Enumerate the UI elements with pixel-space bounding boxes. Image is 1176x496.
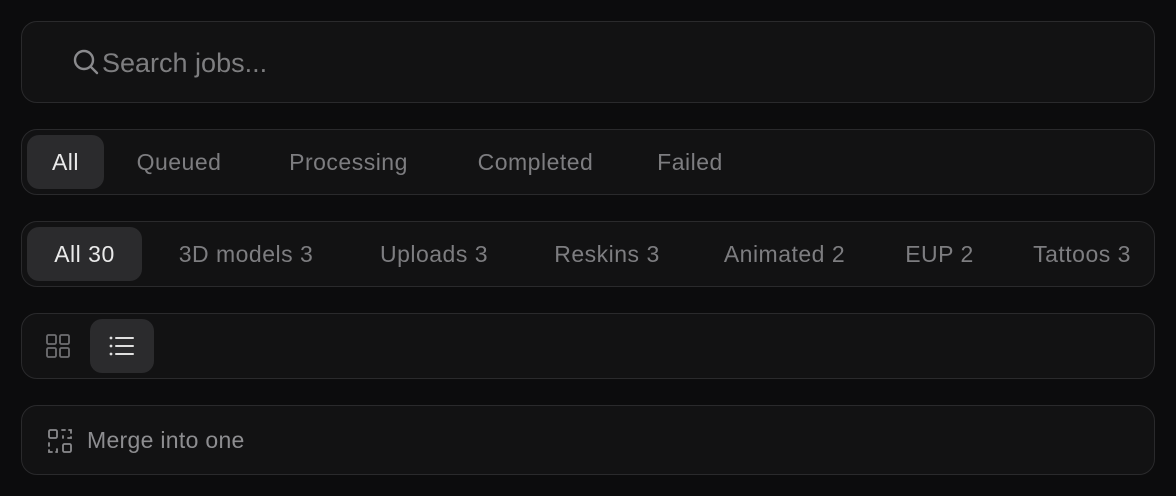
tab-processing[interactable]: Processing xyxy=(266,135,431,189)
tab-animated[interactable]: Animated 2 xyxy=(702,227,867,281)
status-filter-tabs: All Queued Processing Completed Failed xyxy=(21,129,1155,195)
type-filter-tabs: All 30 3D models 3 Uploads 3 Reskins 3 A… xyxy=(21,221,1155,287)
tab-reskins[interactable]: Reskins 3 xyxy=(532,227,682,281)
tab-failed[interactable]: Failed xyxy=(640,135,740,189)
search-bar[interactable] xyxy=(21,21,1155,103)
grid-icon xyxy=(46,334,70,358)
merge-label: Merge into one xyxy=(87,427,245,453)
list-icon xyxy=(109,336,134,356)
tab-uploads[interactable]: Uploads 3 xyxy=(359,227,509,281)
tab-queued[interactable]: Queued xyxy=(114,135,244,189)
tab-all[interactable]: All xyxy=(27,135,104,189)
merge-button[interactable]: Merge into one xyxy=(21,405,1155,475)
tab-tattoos[interactable]: Tattoos 3 xyxy=(1012,227,1152,281)
tab-type-all[interactable]: All 30 xyxy=(27,227,142,281)
view-toggle xyxy=(21,313,1155,379)
tab-completed[interactable]: Completed xyxy=(453,135,618,189)
tab-eup[interactable]: EUP 2 xyxy=(887,227,992,281)
merge-icon xyxy=(48,429,72,453)
tab-3d-models[interactable]: 3D models 3 xyxy=(155,227,337,281)
search-input[interactable] xyxy=(102,40,1102,86)
search-icon xyxy=(73,49,99,75)
list-view-button[interactable] xyxy=(90,319,154,373)
grid-view-button[interactable] xyxy=(26,319,90,373)
